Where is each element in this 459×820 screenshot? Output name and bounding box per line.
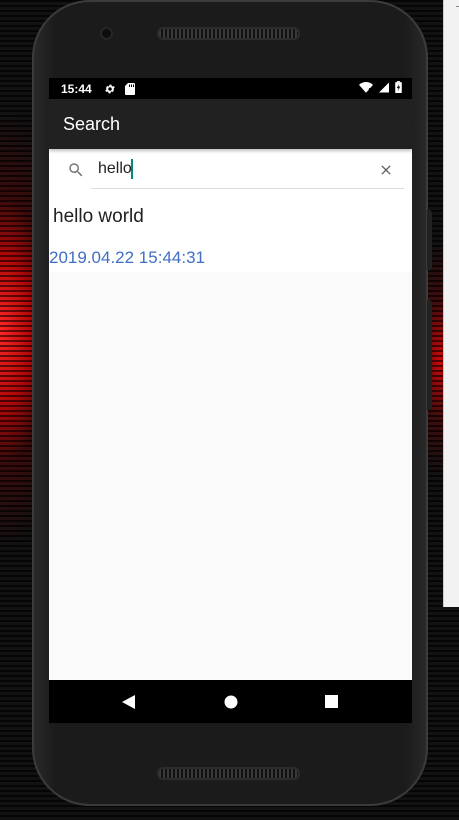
bottom-speaker — [157, 767, 300, 780]
power-button[interactable] — [427, 210, 432, 270]
status-time: 15:44 — [61, 81, 92, 96]
search-bar — [49, 149, 412, 190]
wifi-icon — [359, 81, 373, 96]
app-bar: Search — [49, 99, 412, 149]
earpiece-speaker — [157, 27, 300, 40]
volume-button[interactable] — [427, 300, 432, 410]
page-title: Search — [63, 113, 121, 134]
gear-icon — [104, 83, 116, 95]
back-icon[interactable] — [109, 680, 149, 723]
side-window-edge — [443, 0, 459, 607]
battery-icon — [395, 81, 402, 96]
search-icon[interactable] — [67, 161, 85, 184]
phone-screen: 15:44 Search hello hello world 2019.04.2… — [49, 78, 412, 723]
sd-card-icon — [124, 82, 135, 95]
navigation-bar — [49, 680, 412, 723]
text-cursor — [131, 159, 133, 179]
close-icon[interactable] — [378, 162, 394, 183]
front-camera — [102, 29, 111, 38]
status-bar: 15:44 — [49, 78, 412, 99]
list-item[interactable]: hello world 2019.04.22 15:44:31 — [49, 190, 412, 272]
result-title: hello world — [53, 206, 144, 227]
search-input[interactable] — [91, 149, 404, 189]
recents-icon[interactable] — [311, 680, 351, 723]
result-date: 2019.04.22 15:44:31 — [49, 248, 205, 267]
home-icon[interactable] — [211, 680, 251, 723]
signal-icon — [379, 82, 389, 96]
